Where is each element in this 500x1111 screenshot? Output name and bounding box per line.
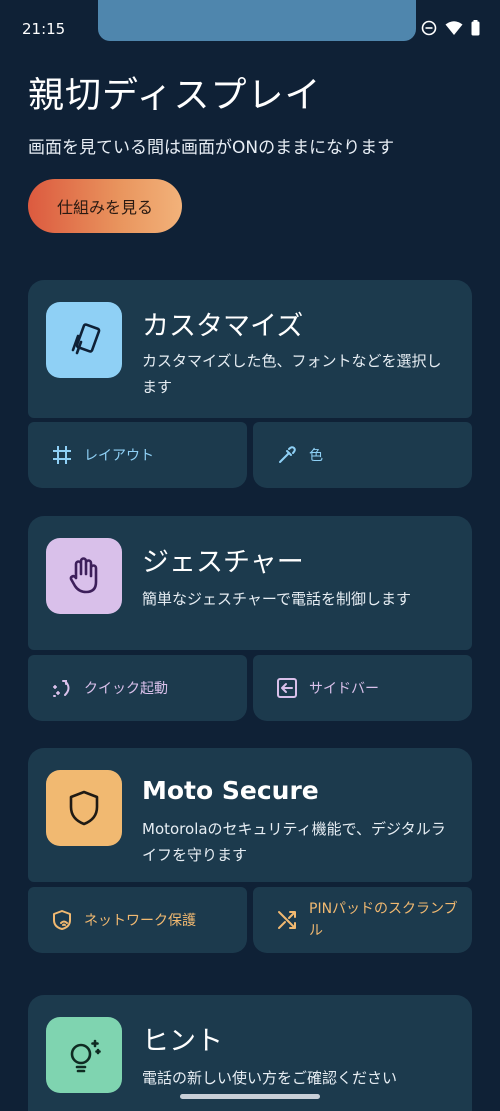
color-button[interactable]: 色 (253, 422, 472, 488)
do-not-disturb-icon (421, 20, 437, 36)
moto-secure-description: Motorolaのセキュリティ機能で、デジタルライフを守ります (142, 820, 446, 864)
moto-secure-title: Moto Secure (142, 776, 319, 805)
tips-description: 電話の新しい使い方をご確認ください (142, 1069, 398, 1087)
gestures-card[interactable]: ジェスチャー 簡単なジェスチャーで電話を制御します (28, 516, 472, 650)
shuffle-icon (275, 908, 299, 932)
home-indicator[interactable] (180, 1094, 320, 1099)
color-label: 色 (309, 448, 323, 464)
status-bar: 21:15 (0, 0, 500, 56)
gestures-title: ジェスチャー (142, 547, 304, 578)
status-icons (421, 20, 480, 36)
pin-scramble-label-line1: PINパッドのスクランブ (309, 901, 458, 917)
shield-icon (46, 770, 122, 846)
sidebar-label: サイドバー (309, 681, 379, 697)
grid-icon (50, 443, 74, 467)
quick-launch-icon (50, 676, 74, 700)
top-app-preview-tab (98, 0, 416, 41)
battery-icon (471, 20, 480, 36)
network-shield-icon (50, 908, 74, 932)
pin-scramble-button[interactable]: PINパッドのスクランブ ル (253, 887, 472, 953)
page-subtitle: 画面を見ている間は画面がONのままになります (28, 138, 395, 158)
network-protection-button[interactable]: ネットワーク保護 (28, 887, 247, 953)
wifi-icon (445, 21, 463, 35)
pin-scramble-label-line2: ル (309, 923, 323, 939)
eyedropper-icon (275, 443, 299, 467)
lightbulb-icon (46, 1017, 122, 1093)
how-it-works-button[interactable]: 仕組みを見る (28, 179, 182, 233)
layout-label: レイアウト (84, 448, 154, 464)
tips-title: ヒント (142, 1026, 223, 1057)
gestures-description: 簡単なジェスチャーで電話を制御します (142, 590, 411, 608)
moto-secure-card[interactable]: Moto Secure Motorolaのセキュリティ機能で、デジタルライフを守… (28, 748, 472, 882)
quick-launch-button[interactable]: クイック起動 (28, 655, 247, 721)
network-protection-label: ネットワーク保護 (84, 913, 196, 929)
customize-description: カスタマイズした色、フォントなどを選択します (142, 352, 442, 396)
cards-icon (46, 302, 122, 378)
layout-button[interactable]: レイアウト (28, 422, 247, 488)
quick-launch-label: クイック起動 (84, 681, 168, 697)
sidebar-icon (275, 676, 299, 700)
customize-title: カスタマイズ (142, 311, 304, 342)
status-time: 21:15 (22, 20, 66, 38)
hand-icon (46, 538, 122, 614)
page-title: 親切ディスプレイ (28, 75, 322, 116)
sidebar-button[interactable]: サイドバー (253, 655, 472, 721)
pin-scramble-label: PINパッドのスクランブ ル (309, 898, 458, 942)
customize-card[interactable]: カスタマイズ カスタマイズした色、フォントなどを選択します (28, 280, 472, 418)
